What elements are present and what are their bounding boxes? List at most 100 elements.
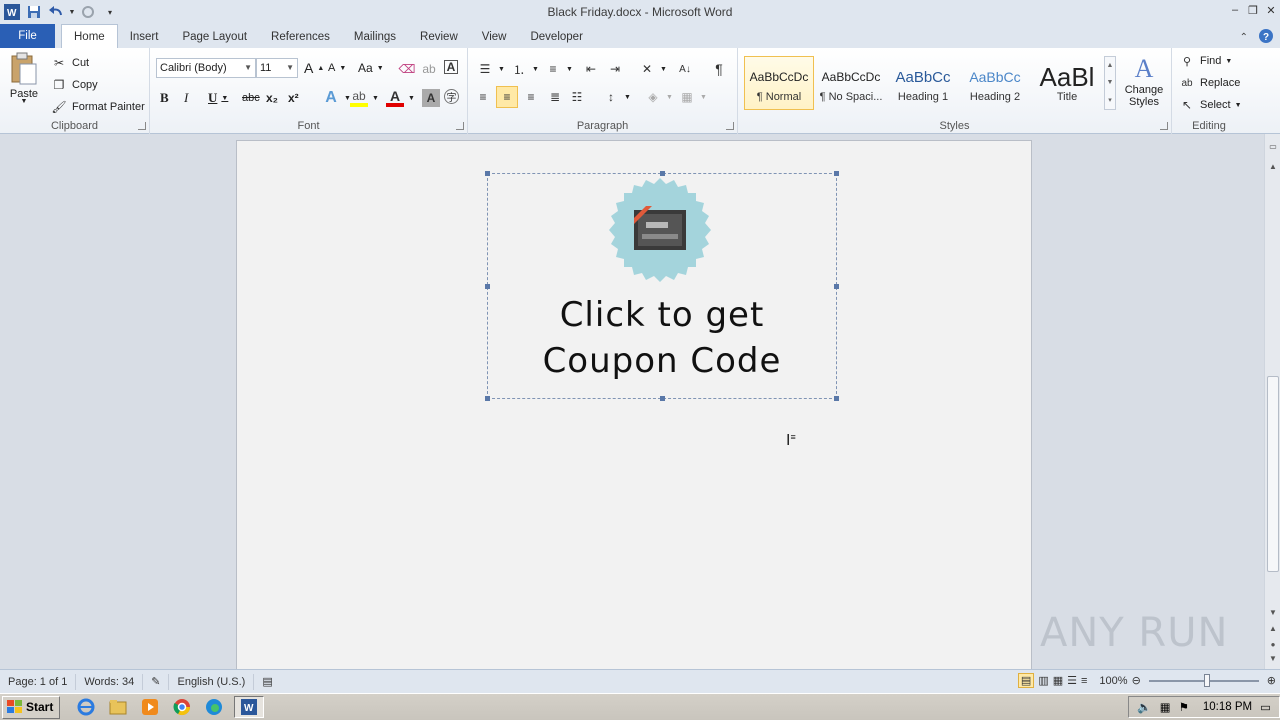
- customize-qat-icon[interactable]: ▾: [100, 2, 120, 22]
- zoom-slider-thumb[interactable]: [1203, 673, 1210, 687]
- character-shading-button[interactable]: A: [422, 89, 440, 107]
- italic-button[interactable]: I: [184, 90, 188, 106]
- resize-handle[interactable]: [485, 284, 490, 289]
- minimize-ribbon-icon[interactable]: ⌃: [1240, 32, 1248, 43]
- sort-button[interactable]: A↓: [676, 60, 694, 78]
- select-button[interactable]: ↖ Select ▼: [1178, 96, 1242, 114]
- multilevel-list-button[interactable]: ≡ ▼: [544, 60, 572, 78]
- volume-icon[interactable]: 🔈: [1137, 700, 1151, 714]
- print-layout-view-icon[interactable]: ▤: [1017, 673, 1035, 688]
- style-heading-2[interactable]: AaBbCc Heading 2: [960, 56, 1030, 110]
- save-icon[interactable]: [24, 2, 44, 22]
- tab-view[interactable]: View: [470, 26, 519, 48]
- distributed-button[interactable]: ☷: [568, 88, 586, 106]
- document-area[interactable]: Click to get Coupon Code I≡: [0, 134, 1264, 669]
- scroll-thumb[interactable]: [1267, 376, 1279, 572]
- style-normal[interactable]: AaBbCcDc ¶ Normal: [744, 56, 814, 110]
- show-desktop-icon[interactable]: ▭: [1260, 700, 1271, 714]
- resize-handle[interactable]: [485, 396, 490, 401]
- scroll-down-icon[interactable]: ▼: [1107, 79, 1114, 86]
- change-case-button[interactable]: Aa ▼: [358, 61, 384, 75]
- tab-developer[interactable]: Developer: [518, 26, 594, 48]
- vertical-scrollbar[interactable]: ▭ ▲ ▼ ▲ ● ▼: [1264, 134, 1280, 669]
- superscript-button[interactable]: x²: [288, 91, 299, 105]
- undo-dropdown-icon[interactable]: ▼: [68, 2, 76, 22]
- clipboard-launcher-icon[interactable]: [138, 122, 146, 130]
- tab-references[interactable]: References: [259, 26, 342, 48]
- full-screen-reading-icon[interactable]: ▥: [1038, 674, 1048, 687]
- tab-mailings[interactable]: Mailings: [342, 26, 408, 48]
- minimize-button[interactable]: –: [1226, 0, 1244, 20]
- previous-page-icon[interactable]: ▲: [1268, 624, 1278, 634]
- align-left-button[interactable]: ≡: [474, 88, 492, 106]
- resize-handle[interactable]: [834, 171, 839, 176]
- font-size-combo[interactable]: 11 ▼: [256, 58, 298, 78]
- borders-button[interactable]: ▦ ▼: [678, 88, 707, 106]
- outline-view-icon[interactable]: ☰: [1067, 674, 1077, 687]
- font-name-combo[interactable]: Calibri (Body) ▼: [156, 58, 256, 78]
- underline-button[interactable]: U ▼: [208, 90, 228, 106]
- coupon-textbox[interactable]: Click to get Coupon Code: [485, 171, 839, 401]
- align-center-button[interactable]: ≡: [496, 86, 518, 108]
- style-title[interactable]: AaBl Title: [1032, 56, 1102, 110]
- web-layout-icon[interactable]: ▦: [1053, 674, 1063, 687]
- start-button[interactable]: Start: [2, 695, 61, 719]
- show-hide-button[interactable]: ¶: [710, 60, 728, 78]
- resize-handle[interactable]: [834, 396, 839, 401]
- resize-handle[interactable]: [834, 284, 839, 289]
- paste-button[interactable]: Paste ▼: [6, 52, 42, 105]
- tab-insert[interactable]: Insert: [118, 26, 171, 48]
- undo-icon[interactable]: [46, 2, 66, 22]
- resize-handle[interactable]: [485, 171, 490, 176]
- coupon-badge-icon[interactable]: [606, 176, 714, 284]
- subscript-button[interactable]: x₂: [266, 91, 278, 105]
- enclose-characters-button[interactable]: 字: [444, 89, 459, 104]
- more-styles-icon[interactable]: ▾: [1108, 96, 1112, 104]
- format-painter-button[interactable]: 🖌 Format Painter: [50, 98, 144, 116]
- scroll-down-icon[interactable]: ▼: [1268, 608, 1278, 618]
- numbering-button[interactable]: ⒈ ▼: [510, 60, 539, 78]
- edge-icon[interactable]: [202, 696, 226, 718]
- tab-file[interactable]: File: [0, 24, 55, 48]
- align-right-button[interactable]: ≡: [522, 88, 540, 106]
- page-count[interactable]: Page: 1 of 1: [0, 673, 77, 690]
- ruler-toggle-icon[interactable]: ▭: [1268, 142, 1278, 152]
- shrink-font-button[interactable]: A ▼: [328, 62, 346, 74]
- tab-review[interactable]: Review: [408, 26, 470, 48]
- bullets-button[interactable]: ☰ ▼: [476, 60, 505, 78]
- zoom-out-icon[interactable]: ⊖: [1132, 674, 1141, 687]
- shading-button[interactable]: ◈ ▼: [644, 88, 673, 106]
- internet-explorer-icon[interactable]: [74, 696, 98, 718]
- scroll-up-icon[interactable]: ▲: [1107, 62, 1114, 69]
- text-effects-button[interactable]: A ▼: [322, 89, 351, 107]
- resize-handle[interactable]: [660, 396, 665, 401]
- replace-button[interactable]: ab Replace: [1178, 74, 1240, 92]
- font-color-button[interactable]: A ▼: [386, 88, 415, 107]
- zoom-slider[interactable]: [1148, 673, 1259, 687]
- style-heading-1[interactable]: AaBbCc Heading 1: [888, 56, 958, 110]
- redo-icon[interactable]: [78, 2, 98, 22]
- tab-home[interactable]: Home: [61, 24, 118, 48]
- next-page-icon[interactable]: ▼: [1268, 654, 1278, 664]
- styles-gallery-scroll[interactable]: ▲ ▼ ▾: [1104, 56, 1116, 110]
- draft-view-icon[interactable]: ≡: [1081, 675, 1087, 687]
- clock[interactable]: 10:18 PM: [1203, 701, 1252, 713]
- asian-layout-button[interactable]: ✕ ▼: [638, 60, 667, 78]
- word-app-icon[interactable]: W: [2, 2, 22, 22]
- word-taskbar-icon[interactable]: W: [234, 696, 265, 718]
- style-no-spacing[interactable]: AaBbCcDc ¶ No Spaci...: [816, 56, 886, 110]
- browse-object-icon[interactable]: ●: [1268, 640, 1278, 650]
- network-icon[interactable]: ▦: [1160, 700, 1171, 714]
- change-styles-button[interactable]: A Change Styles: [1122, 54, 1166, 108]
- font-launcher-icon[interactable]: [456, 122, 464, 130]
- restore-button[interactable]: ❐: [1244, 0, 1262, 20]
- chrome-icon[interactable]: [170, 696, 194, 718]
- styles-launcher-icon[interactable]: [1160, 122, 1168, 130]
- phonetic-guide-button[interactable]: ab: [420, 60, 438, 78]
- action-center-flag-icon[interactable]: ⚑: [1179, 700, 1189, 714]
- scroll-up-icon[interactable]: ▲: [1268, 162, 1278, 172]
- decrease-indent-button[interactable]: ⇤: [582, 60, 600, 78]
- language[interactable]: English (U.S.): [169, 673, 255, 690]
- justify-button[interactable]: ≣: [546, 88, 564, 106]
- increase-indent-button[interactable]: ⇥: [606, 60, 624, 78]
